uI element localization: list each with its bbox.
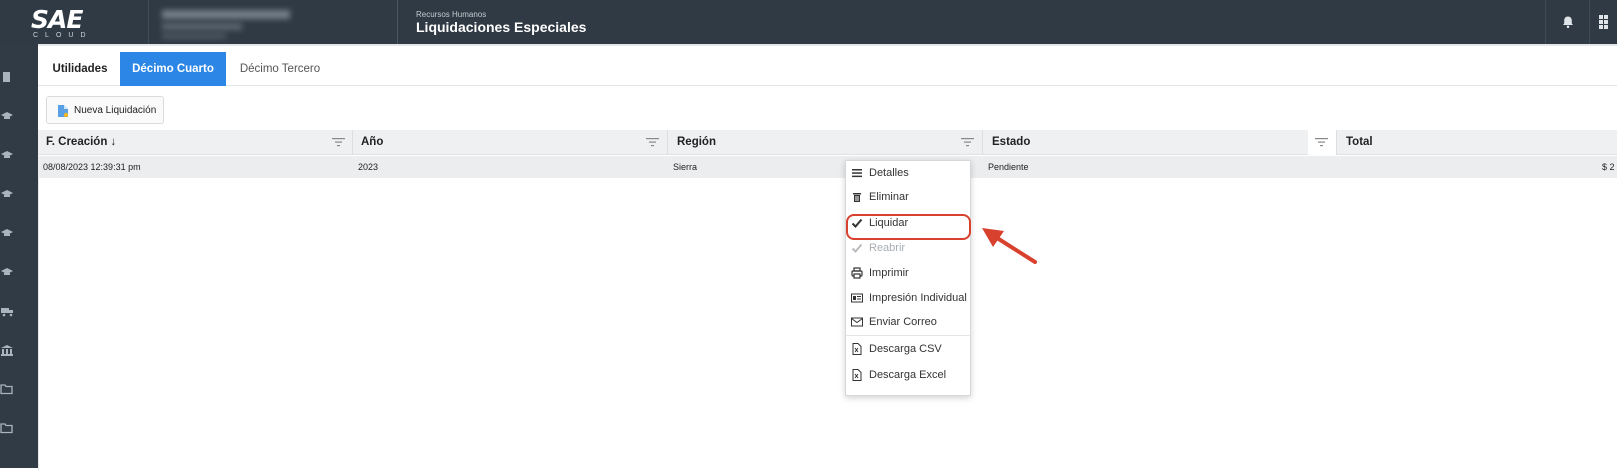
tab-bar: Utilidades Décimo Cuarto Décimo Tercero — [38, 52, 1617, 86]
tab-utilidades[interactable]: Utilidades — [40, 52, 120, 86]
filter-icon[interactable] — [961, 137, 974, 147]
graduation-cap-icon[interactable] — [0, 148, 14, 162]
folder-open-icon[interactable] — [0, 382, 14, 396]
tab-decimo-tercero[interactable]: Décimo Tercero — [226, 52, 334, 86]
divider — [397, 0, 398, 44]
menu-item-impresion-individual[interactable]: Impresión Individual — [846, 286, 970, 310]
menu-item-detalles[interactable]: Detalles — [846, 161, 970, 185]
column-divider[interactable] — [1336, 130, 1337, 155]
list-icon — [852, 169, 862, 178]
redacted-company-name — [162, 10, 290, 19]
menu-item-label: Impresión Individual — [869, 292, 967, 304]
new-settlement-label: Nueva Liquidación — [74, 105, 157, 116]
column-region[interactable]: Región — [677, 130, 716, 155]
main-content: Utilidades Décimo Cuarto Décimo Tercero … — [38, 44, 1617, 470]
cell-estado: Pendiente — [988, 162, 1029, 172]
cell-anio: 2023 — [358, 162, 379, 172]
column-divider[interactable] — [667, 130, 668, 155]
filter-button[interactable] — [1308, 130, 1336, 155]
table-header: F. Creación ↓ Año Región Estado Total — [38, 130, 1617, 155]
menu-item-label: Eliminar — [869, 191, 909, 203]
sae-cloud-logo[interactable]: SAE CLOUD — [28, 5, 98, 39]
menu-item-label: Descarga Excel — [869, 369, 947, 381]
tab-decimo-cuarto[interactable]: Décimo Cuarto — [120, 52, 226, 86]
menu-divider — [846, 335, 970, 336]
graduation-cap-icon[interactable] — [0, 109, 14, 123]
menu-item-label: Imprimir — [869, 267, 909, 279]
table-row[interactable]: 08/08/2023 12:39:31 pm 2023 Sierra Pendi… — [38, 156, 1617, 178]
graduation-cap-icon[interactable] — [0, 265, 14, 279]
cell-total: $ 2 — [1602, 162, 1615, 172]
logo-mark: SAE — [31, 5, 83, 34]
company-selector[interactable] — [158, 4, 298, 42]
file-csv-icon — [852, 343, 862, 355]
new-settlement-button[interactable]: Nueva Liquidación — [46, 96, 164, 124]
annotation-arrow-icon — [982, 228, 1037, 264]
bell-icon — [1563, 16, 1573, 29]
menu-item-label: Enviar Correo — [869, 316, 937, 328]
cell-fecha-creacion: 08/08/2023 12:39:31 pm — [43, 162, 141, 172]
redacted-company-detail-2 — [162, 33, 226, 39]
column-fecha-creacion[interactable]: F. Creación ↓ — [46, 130, 116, 155]
divider — [148, 0, 149, 44]
menu-item-descarga-csv[interactable]: Descarga CSV — [846, 337, 970, 361]
filter-icon — [1315, 138, 1328, 147]
building-icon[interactable] — [0, 70, 14, 84]
new-document-icon — [58, 105, 68, 117]
menu-item-enviar-correo[interactable]: Enviar Correo — [846, 310, 970, 334]
notifications-button[interactable] — [1545, 0, 1589, 44]
printer-icon — [851, 267, 863, 279]
apps-button[interactable] — [1589, 0, 1617, 44]
filter-icon[interactable] — [332, 137, 345, 147]
liquidar-highlight-annotation — [846, 214, 971, 240]
filter-icon[interactable] — [646, 137, 659, 147]
folder-open-icon[interactable] — [0, 421, 14, 435]
menu-item-label: Descarga CSV — [869, 343, 942, 355]
table-body-border — [38, 178, 39, 470]
truck-icon[interactable] — [0, 304, 14, 318]
cell-region: Sierra — [673, 162, 698, 172]
row-context-menu: Detalles Eliminar Liquidar Reabrir Impri… — [845, 160, 971, 396]
bank-icon[interactable] — [0, 343, 14, 357]
trash-icon — [853, 193, 861, 202]
module-name: Recursos Humanos — [416, 10, 487, 19]
menu-item-label: Detalles — [869, 167, 909, 179]
id-card-icon — [851, 293, 863, 303]
redacted-company-detail — [162, 23, 242, 30]
menu-item-imprimir[interactable]: Imprimir — [846, 261, 970, 285]
left-sidebar — [0, 44, 38, 468]
page-title: Liquidaciones Especiales — [416, 19, 587, 35]
apps-grid-icon — [1599, 15, 1608, 29]
menu-item-label: Reabrir — [869, 242, 906, 254]
column-estado[interactable]: Estado — [992, 130, 1030, 155]
top-bar: SAE CLOUD Recursos Humanos Liquidaciones… — [0, 0, 1617, 44]
column-divider[interactable] — [982, 130, 983, 155]
logo-subtitle: CLOUD — [33, 32, 93, 39]
column-total[interactable]: Total — [1346, 130, 1373, 155]
envelope-icon — [851, 317, 863, 327]
check-icon — [851, 243, 863, 253]
menu-item-eliminar[interactable]: Eliminar — [846, 185, 970, 209]
graduation-cap-icon[interactable] — [0, 187, 14, 201]
column-anio[interactable]: Año — [361, 130, 383, 155]
file-excel-icon — [852, 369, 862, 381]
graduation-cap-icon[interactable] — [0, 226, 14, 240]
menu-item-descarga-excel[interactable]: Descarga Excel — [846, 363, 970, 387]
column-divider[interactable] — [352, 130, 353, 155]
